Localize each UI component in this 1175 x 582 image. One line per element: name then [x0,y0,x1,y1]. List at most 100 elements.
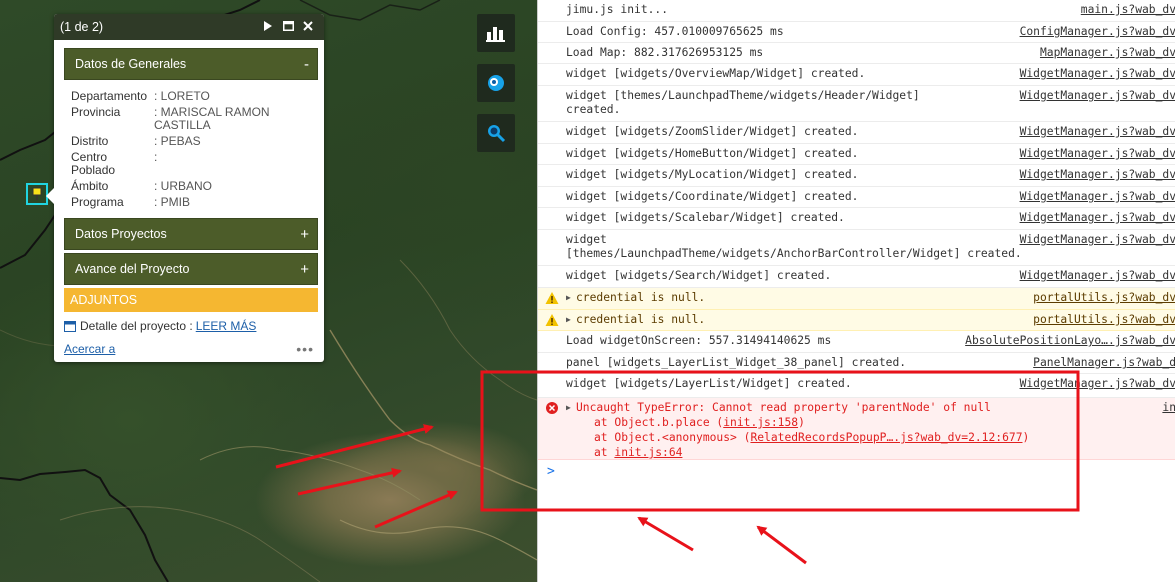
section-datos-generales-label: Datos de Generales [75,57,187,71]
devtools-console: jimu.js init... main.js?wab_dv Load Config… [537,0,1175,582]
console-log-row: jimu.js init... main.js?wab_dv [538,0,1175,22]
console-source-link[interactable]: portalUtils.js?wab_dv [1033,291,1175,304]
console-message: widget [themes/LaunchpadTheme/widgets/He… [566,89,920,116]
field-value: : [154,150,158,164]
console-log-row: widget [themes/LaunchpadTheme/widgets/He… [538,86,1175,122]
console-warning-row: ▶ credential is null. portalUtils.js?wab_d… [538,288,1175,310]
console-message: widget [widgets/Scalebar/Widget] created… [566,211,845,224]
console-message: Load widgetOnScreen: 557.31494140625 ms [566,334,832,347]
stack-line-1-link[interactable]: init.js:158 [723,416,798,429]
console-log-row: Load widgetOnScreen: 557.31494140625 ms A… [538,331,1175,353]
close-icon [303,21,313,31]
console-message: widget [widgets/Search/Widget] created. [566,269,832,282]
console-source-link[interactable]: WidgetManager.js?wab_dv [1020,377,1175,390]
console-log-row: widget [widgets/HomeButton/Widget] creat… [538,144,1175,165]
field-key: Departamento [71,89,148,103]
console-message: widget [widgets/HomeButton/Widget] creat… [566,147,859,160]
popup-header: (1 de 2) [54,14,324,40]
chart-tool-button[interactable] [477,14,515,52]
console-warning-row: ▶ credential is null. portalUtils.js?wab_d… [538,310,1175,331]
console-source-link[interactable]: WidgetManager.js?wab_dv [1020,211,1175,224]
chart-icon [486,27,505,42]
field-key: Centro Poblado [71,150,116,177]
field-row: Ámbito: URBANO [71,180,318,193]
warning-icon [545,314,559,326]
field-value: : MARISCAL RAMON CASTILLA [154,105,270,132]
error-icon [546,402,558,414]
console-source-link[interactable]: WidgetManager.js?wab_dv [1020,168,1175,181]
leer-mas-link[interactable]: LEER MÁS [196,319,257,333]
console-source-link[interactable]: PanelManager.js?wab_d [1033,356,1175,369]
expand-icon: + [300,260,309,278]
close-popup-button[interactable] [298,20,318,34]
general-fields: Departamento : LORETO Provincia : MARISCAL … [64,80,318,218]
play-icon [264,21,272,31]
popup-footer: Acercar a ••• [64,341,314,357]
field-value: : LORETO [154,89,210,103]
warning-icon [545,292,559,304]
console-source-link[interactable]: main.js?wab_dv [1081,3,1175,16]
console-source-link[interactable]: WidgetManager.js?wab_dv [1020,147,1175,160]
section-avance-proyecto[interactable]: Avance del Proyecto + [64,253,318,285]
console-log-row: widget [widgets/OverviewMap/Widget] crea… [538,64,1175,86]
more-actions-button[interactable]: ••• [296,341,314,357]
expand-triangle-icon[interactable]: ▶ [566,291,571,305]
console-message: Load Map: 882.317626953125 ms [566,46,764,59]
field-row: Distrito: PEBAS [71,135,318,148]
console-log-row: widget [widgets/Search/Widget] created. W… [538,266,1175,288]
expand-icon: + [300,225,309,243]
error-message: Uncaught TypeError: Cannot read property… [576,401,991,414]
console-log-row: Load Map: 882.317626953125 ms MapManager.… [538,43,1175,64]
field-row: Provincia : MARISCAL RAMON CASTILLA [71,106,318,132]
console-source-link[interactable]: ConfigManager.js?wab_dv [1020,25,1175,38]
stack-line-2: at Object.<anonymous> (RelatedRecordsPop… [594,430,1029,445]
console-source-link[interactable]: WidgetManager.js?wab_dv [1020,125,1175,138]
search-tool-button[interactable] [477,114,515,152]
section-datos-proyectos[interactable]: Datos Proyectos + [64,218,318,250]
collapse-icon: - [304,55,309,73]
console-source-link[interactable]: AbsolutePositionLayo….js?wab_dv [965,334,1175,347]
expand-triangle-icon[interactable]: ▶ [566,313,571,327]
console-source-link[interactable]: WidgetManager.js?wab_dv [1020,190,1175,203]
console-message: jimu.js init... [566,3,669,16]
field-key: Ámbito [71,179,109,193]
adjuntos-header: ADJUNTOS [64,288,318,312]
console-log-row: widget [widgets/Coordinate/Widget] creat… [538,187,1175,208]
expand-triangle-icon[interactable]: ▶ [566,401,571,415]
stack-line-3: at init.js:64 [594,445,682,460]
console-source-link[interactable]: WidgetManager.js?wab_dv [1020,269,1175,282]
console-message: Load Config: 457.010009765625 ms [566,25,784,38]
stack-line-2-text: at Object.<anonymous> ( [594,431,751,444]
maximize-button[interactable] [278,20,298,34]
console-source-link[interactable]: MapManager.js?wab_dv [1040,46,1175,59]
field-row: Departamento : LORETO [71,90,318,103]
console-prompt[interactable]: > [547,464,555,479]
console-source-link[interactable]: portalUtils.js?wab_dv [1033,313,1175,326]
error-source-link[interactable]: in [1162,401,1175,414]
console-source-link[interactable]: WidgetManager.js?wab_dv [1020,233,1175,246]
console-source-link[interactable]: WidgetManager.js?wab_dv [1020,67,1175,80]
console-log-row: Load Config: 457.010009765625 ms ConfigMa… [538,22,1175,43]
console-log-row: widget [themes/LaunchpadTheme/widgets/An… [538,230,1175,266]
field-value: : PEBAS [154,134,201,148]
console-message: widget [widgets/LayerList/Widget] create… [566,377,852,390]
console-error-row: ▶ Uncaught TypeError: Cannot read proper… [538,398,1175,460]
zoom-to-link[interactable]: Acercar a [64,342,296,356]
field-row: Centro Poblado: [71,151,318,177]
maximize-icon [282,21,294,31]
pin-icon [32,187,42,200]
console-message: widget [widgets/Coordinate/Widget] creat… [566,190,859,203]
stack-line-1: at Object.b.place (init.js:158) [594,415,805,430]
search-map-icon [488,125,506,143]
next-feature-button[interactable] [258,20,278,34]
selected-feature-marker[interactable] [26,183,48,205]
stack-line-3-link[interactable]: init.js:64 [614,446,682,459]
section-datos-generales[interactable]: Datos de Generales - [64,48,318,80]
stack-line-2-link[interactable]: RelatedRecordsPopupP….js?wab_dv=2.12:677 [750,431,1022,444]
field-key: Provincia [71,105,121,119]
console-message: credential is null. [576,291,706,304]
popup-counter: (1 de 2) [60,20,104,34]
console-message: widget [themes/LaunchpadTheme/widgets/An… [566,233,1022,260]
layers-tool-button[interactable] [477,64,515,102]
console-source-link[interactable]: WidgetManager.js?wab_dv [1020,89,1175,102]
